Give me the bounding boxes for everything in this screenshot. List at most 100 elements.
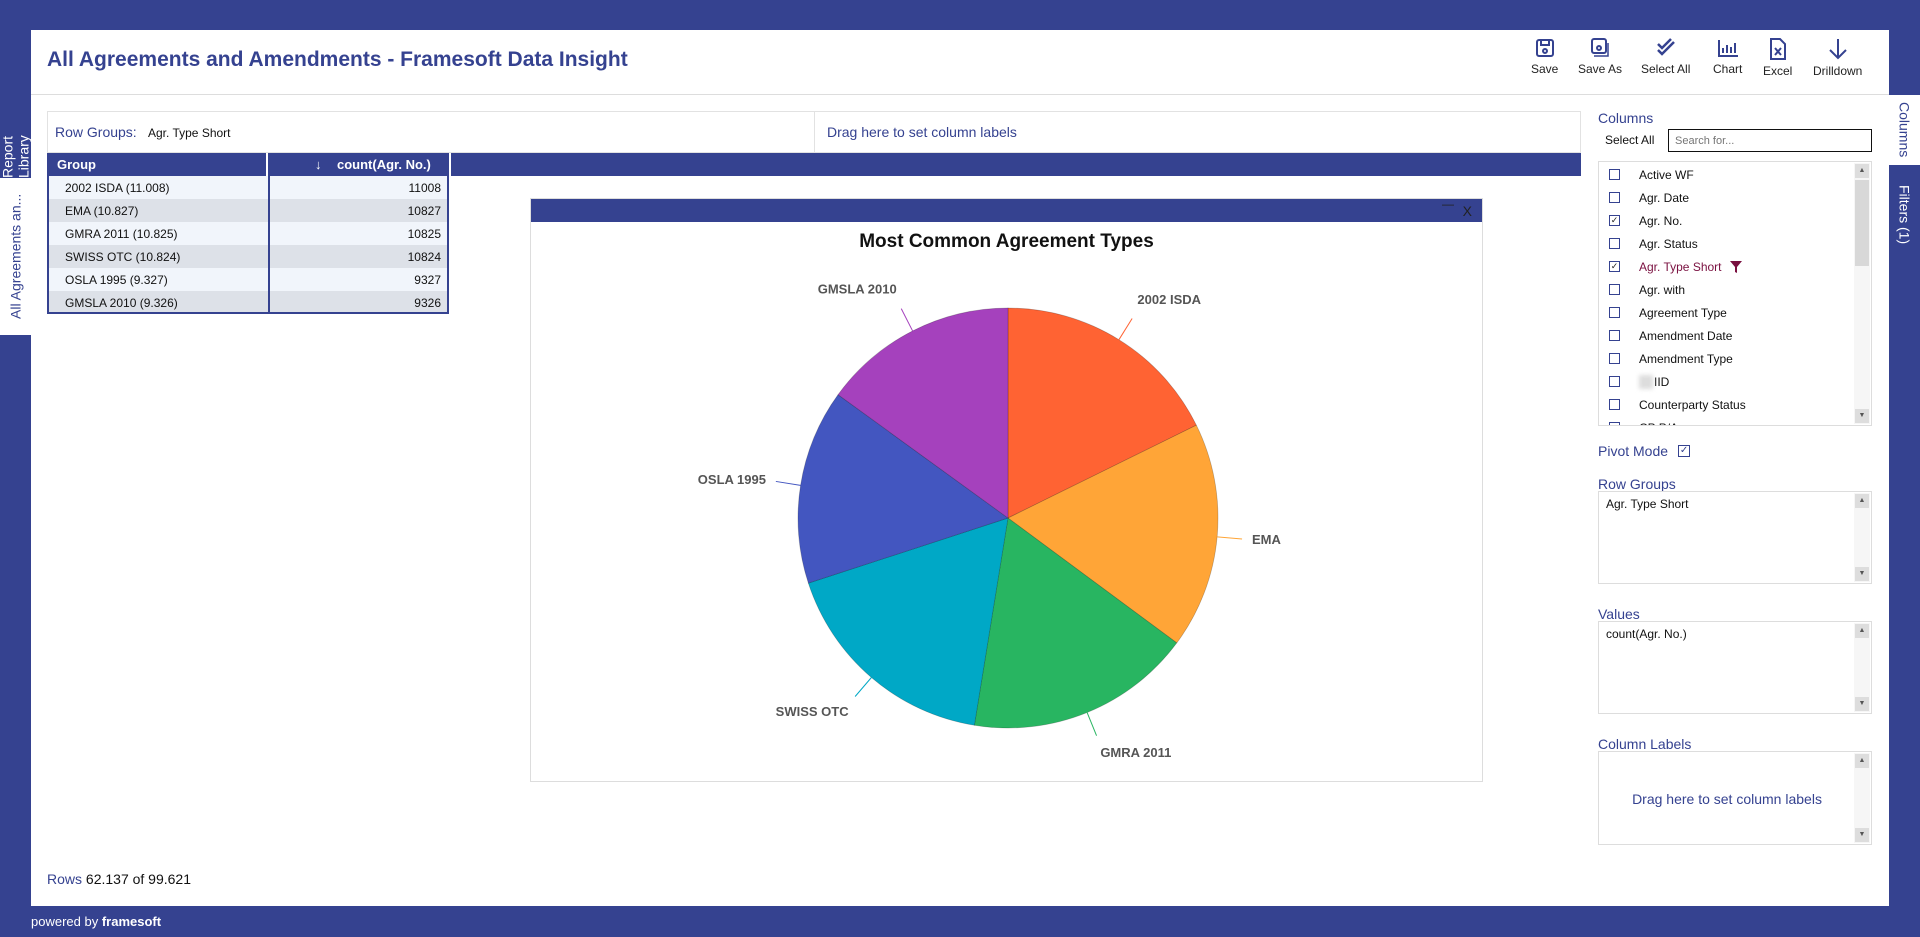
arrow-down-icon — [1828, 39, 1847, 60]
column-checkbox[interactable] — [1609, 422, 1620, 425]
scrollbar[interactable]: ▲ ▼ — [1854, 753, 1870, 843]
row-count: Rows 62.137 of 99.621 — [47, 871, 192, 887]
column-labels-drop-zone[interactable]: Drag here to set column labels ▲ ▼ — [1598, 751, 1872, 845]
column-labels-drop-zone[interactable]: Drag here to set column labels — [827, 124, 1017, 140]
save-as-button[interactable]: Save As — [1578, 38, 1622, 76]
table-row[interactable]: GMSLA 2010 (9.326) 9326 — [47, 291, 449, 314]
column-list-item[interactable]: ✓ Agr. Type Short — [1609, 255, 1742, 278]
leader-line — [1118, 318, 1133, 340]
column-list-item[interactable]: IID — [1609, 370, 1669, 393]
table-row[interactable]: EMA (10.827) 10827 — [47, 199, 449, 222]
scrollbar[interactable]: ▲ ▼ — [1854, 623, 1870, 712]
save-button[interactable]: Save — [1531, 38, 1558, 76]
slice-label: GMRA 2011 — [1100, 745, 1171, 759]
row-groups-drop-zone[interactable]: Agr. Type Short ▲ ▼ — [1598, 491, 1872, 584]
row-groups-section-label: Row Groups — [1598, 476, 1676, 492]
column-list-item[interactable]: Active WF — [1609, 163, 1694, 186]
tab-all-agreements[interactable]: All Agreements an... — [0, 178, 31, 335]
group-cell: EMA (10.827) — [65, 204, 139, 218]
slice-label: GMSLA 2010 — [818, 282, 897, 297]
row-group-item[interactable]: Agr. Type Short — [1606, 497, 1689, 511]
column-checkbox[interactable] — [1609, 169, 1620, 180]
chart-window: — X Most Common Agreement Types 2002 ISD… — [530, 197, 1483, 782]
column-checkbox[interactable] — [1609, 330, 1620, 341]
column-checkbox[interactable] — [1609, 307, 1620, 318]
column-checkbox[interactable] — [1609, 376, 1620, 387]
save-icon — [1535, 39, 1554, 57]
column-list-item[interactable]: ✓ Agr. No. — [1609, 209, 1682, 232]
drilldown-button[interactable]: Drilldown — [1813, 38, 1862, 78]
group-cell: SWISS OTC (10.824) — [65, 250, 181, 264]
column-checkbox[interactable] — [1609, 399, 1620, 410]
pie-chart: 2002 ISDA EMA GMRA 2011 SWISS OTC OSLA 1995 G… — [698, 282, 1282, 759]
column-checkbox[interactable] — [1609, 238, 1620, 249]
save-as-icon — [1591, 38, 1609, 57]
count-cell: 10825 — [407, 227, 441, 241]
column-list-item[interactable]: Agr. Status — [1609, 232, 1698, 255]
leader-line — [854, 677, 872, 697]
slice-label: SWISS OTC — [776, 704, 850, 719]
tab-filters[interactable]: Filters (1) — [1889, 165, 1920, 265]
count-cell: 10827 — [407, 204, 441, 218]
column-checkbox[interactable] — [1609, 192, 1620, 203]
column-search-input[interactable] — [1668, 129, 1872, 152]
column-list-item[interactable]: Agreement Type — [1609, 301, 1727, 324]
leader-line — [775, 480, 801, 486]
leader-line — [900, 308, 914, 332]
footer-brand: powered by framesoft — [31, 914, 162, 929]
filter-icon — [1729, 260, 1742, 273]
column-list-item[interactable]: Counterparty Status — [1609, 393, 1746, 416]
table-row[interactable]: SWISS OTC (10.824) 10824 — [47, 245, 449, 268]
pivot-mode-checkbox[interactable]: ✓ — [1678, 445, 1691, 457]
bar-chart-icon — [1717, 40, 1738, 57]
excel-icon — [1769, 38, 1786, 60]
grid-header: Group ↓ count(Agr. No.) — [47, 153, 1581, 176]
tab-columns[interactable]: Columns — [1889, 95, 1920, 165]
column-checkbox[interactable]: ✓ — [1609, 261, 1620, 272]
table-row[interactable]: GMRA 2011 (10.825) 10825 — [47, 222, 449, 245]
table-row[interactable]: 2002 ISDA (11.008) 11008 — [47, 176, 449, 199]
page-title: All Agreements and Amendments - Framesof… — [47, 48, 628, 71]
column-header-group[interactable]: Group — [57, 157, 96, 172]
column-checkbox[interactable] — [1609, 284, 1620, 295]
count-cell: 9327 — [414, 273, 441, 287]
count-cell: 10824 — [407, 250, 441, 264]
select-all-link[interactable]: Select All — [1605, 133, 1654, 147]
column-list-item[interactable]: CP P/A — [1609, 416, 1678, 425]
table-row[interactable]: OSLA 1995 (9.327) 9327 — [47, 268, 449, 291]
count-cell: 9326 — [414, 296, 441, 310]
column-header-count[interactable]: count(Agr. No.) — [337, 157, 431, 172]
pivot-mode-toggle[interactable]: Pivot Mode ✓ — [1598, 443, 1691, 459]
leader-line — [1086, 712, 1098, 736]
row-group-chip[interactable]: Agr. Type Short — [148, 126, 231, 140]
divider — [814, 112, 815, 152]
value-item[interactable]: count(Agr. No.) — [1606, 627, 1687, 641]
values-drop-zone[interactable]: count(Agr. No.) ▲ ▼ — [1598, 621, 1872, 714]
row-groups-bar[interactable]: Row Groups: Agr. Type Short Drag here to… — [47, 111, 1581, 153]
column-list-item[interactable]: Agr. Date — [1609, 186, 1689, 209]
slice-label: EMA — [1252, 532, 1282, 547]
scrollbar[interactable]: ▲ ▼ — [1854, 493, 1870, 582]
column-list-item[interactable]: Amendment Type — [1609, 347, 1733, 370]
tab-report-library[interactable]: Report Library — [0, 95, 32, 178]
select-all-button[interactable]: Select All — [1641, 38, 1690, 76]
excel-button[interactable]: Excel — [1763, 38, 1792, 78]
group-cell: GMRA 2011 (10.825) — [65, 227, 178, 241]
column-labels-section-label: Column Labels — [1598, 736, 1692, 752]
group-cell: 2002 ISDA (11.008) — [65, 181, 170, 195]
sort-down-icon: ↓ — [315, 157, 322, 172]
columns-label: Columns — [1598, 110, 1654, 126]
leader-line — [1217, 536, 1243, 540]
scrollbar[interactable]: ▲ ▼ — [1854, 163, 1870, 424]
column-list: ▲ ▼ Active WF Agr. Date ✓ Agr. No. Agr. Statu… — [1598, 161, 1872, 426]
column-list-item[interactable]: Agr. with — [1609, 278, 1685, 301]
column-checkbox[interactable] — [1609, 353, 1620, 364]
header-divider — [31, 94, 1889, 95]
column-checkbox[interactable]: ✓ — [1609, 215, 1620, 226]
column-list-item[interactable]: Amendment Date — [1609, 324, 1732, 347]
row-groups-label: Row Groups: — [55, 124, 137, 140]
chart-button[interactable]: Chart — [1713, 38, 1742, 76]
count-cell: 11008 — [408, 181, 441, 195]
double-check-icon — [1656, 38, 1675, 56]
slice-label: OSLA 1995 — [698, 472, 766, 487]
